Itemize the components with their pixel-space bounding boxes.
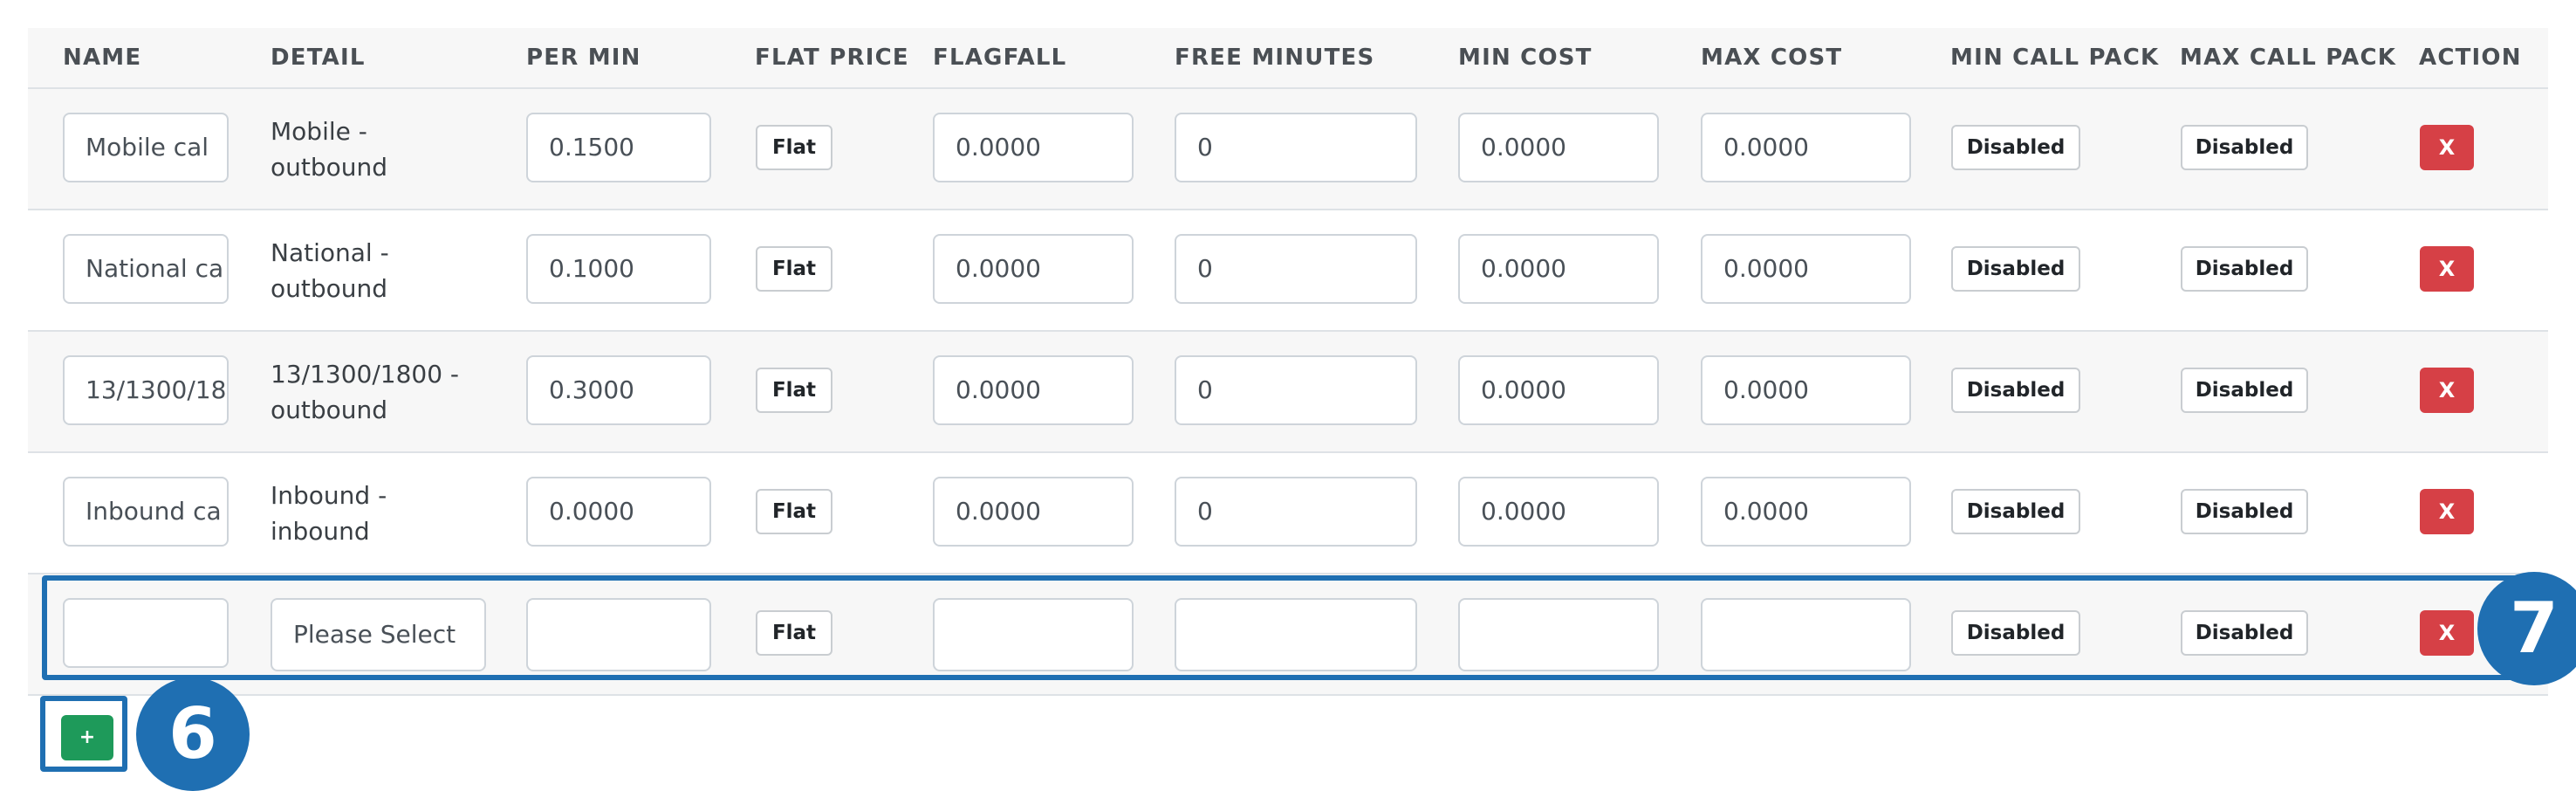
detail-line: Mobile - (271, 117, 367, 146)
max-cost-input[interactable]: 0.0000 (1701, 113, 1911, 182)
flagfall-input[interactable]: 0.0000 (933, 355, 1134, 425)
detail-line: Inbound - (271, 481, 387, 510)
name-input[interactable]: Mobile cal (63, 113, 229, 182)
name-input[interactable]: Inbound ca (63, 477, 229, 547)
max-call-pack-button[interactable]: Disabled (2181, 246, 2308, 292)
flagfall-input[interactable]: 0.0000 (933, 477, 1134, 547)
name-input[interactable]: 13/1300/18 (63, 355, 229, 425)
min-call-pack-button[interactable]: Disabled (1951, 489, 2080, 534)
detail-line: outbound (271, 396, 388, 424)
table-header: NAME DETAIL PER MIN FLAT PRICE FLAGFALL … (28, 28, 2548, 89)
header-flat-price: FLAT PRICE (755, 45, 909, 71)
header-action: ACTION (2419, 45, 2522, 71)
delete-row-button[interactable]: X (2420, 489, 2474, 534)
max-cost-input[interactable]: 0.0000 (1701, 477, 1911, 547)
delete-row-button[interactable]: X (2420, 125, 2474, 170)
flagfall-input[interactable]: 0.0000 (933, 234, 1134, 304)
table-row: 13/1300/18 13/1300/1800 - outbound 0.300… (28, 332, 2548, 453)
min-call-pack-button[interactable]: Disabled (1951, 125, 2080, 170)
min-cost-input[interactable]: 0.0000 (1458, 234, 1659, 304)
max-cost-input[interactable]: 0.0000 (1701, 355, 1911, 425)
header-name: NAME (63, 45, 142, 71)
header-free-minutes: FREE MINUTES (1175, 45, 1375, 71)
max-cost-input[interactable]: 0.0000 (1701, 234, 1911, 304)
header-per-min: PER MIN (526, 45, 641, 71)
detail-line: 13/1300/1800 - (271, 360, 460, 389)
name-input[interactable]: National ca (63, 234, 229, 304)
per-min-input[interactable]: 0.0000 (526, 477, 711, 547)
header-max-cost: MAX COST (1701, 45, 1843, 71)
max-call-pack-button[interactable]: Disabled (2181, 125, 2308, 170)
min-cost-input[interactable]: 0.0000 (1458, 477, 1659, 547)
flagfall-input[interactable]: 0.0000 (933, 113, 1134, 182)
flat-price-button[interactable]: Flat (756, 125, 832, 170)
table-row: Mobile cal Mobile - outbound 0.1500 Flat… (28, 89, 2548, 210)
header-min-cost: MIN COST (1458, 45, 1593, 71)
delete-row-button[interactable]: X (2420, 246, 2474, 292)
detail-text: National - outbound (271, 235, 489, 306)
flat-price-button[interactable]: Flat (756, 489, 832, 534)
flat-price-button[interactable]: Flat (756, 368, 832, 413)
detail-line: inbound (271, 517, 370, 546)
header-detail: DETAIL (271, 45, 366, 71)
free-minutes-input[interactable]: 0 (1175, 355, 1417, 425)
new-row-highlight (42, 575, 2520, 680)
flat-price-button[interactable]: Flat (756, 246, 832, 292)
per-min-input[interactable]: 0.1000 (526, 234, 711, 304)
min-cost-input[interactable]: 0.0000 (1458, 113, 1659, 182)
detail-text: 13/1300/1800 - outbound (271, 356, 489, 428)
detail-text: Mobile - outbound (271, 113, 489, 185)
min-cost-input[interactable]: 0.0000 (1458, 355, 1659, 425)
min-call-pack-button[interactable]: Disabled (1951, 246, 2080, 292)
header-min-call-pack: MIN CALL PACK (1950, 45, 2160, 71)
callout-badge-6: 6 (136, 678, 250, 791)
free-minutes-input[interactable]: 0 (1175, 234, 1417, 304)
max-call-pack-button[interactable]: Disabled (2181, 368, 2308, 413)
free-minutes-input[interactable]: 0 (1175, 477, 1417, 547)
detail-text: Inbound - inbound (271, 478, 489, 549)
detail-line: outbound (271, 153, 388, 182)
table-row: Inbound ca Inbound - inbound 0.0000 Flat… (28, 453, 2548, 574)
free-minutes-input[interactable]: 0 (1175, 113, 1417, 182)
add-row-button[interactable]: + (61, 715, 113, 760)
detail-line: outbound (271, 274, 388, 303)
per-min-input[interactable]: 0.3000 (526, 355, 711, 425)
min-call-pack-button[interactable]: Disabled (1951, 368, 2080, 413)
header-flagfall: FLAGFALL (933, 45, 1067, 71)
max-call-pack-button[interactable]: Disabled (2181, 489, 2308, 534)
header-max-call-pack: MAX CALL PACK (2180, 45, 2397, 71)
delete-row-button[interactable]: X (2420, 368, 2474, 413)
table-row: National ca National - outbound 0.1000 F… (28, 210, 2548, 332)
per-min-input[interactable]: 0.1500 (526, 113, 711, 182)
detail-line: National - (271, 238, 389, 267)
add-button-highlight: + (40, 696, 127, 772)
